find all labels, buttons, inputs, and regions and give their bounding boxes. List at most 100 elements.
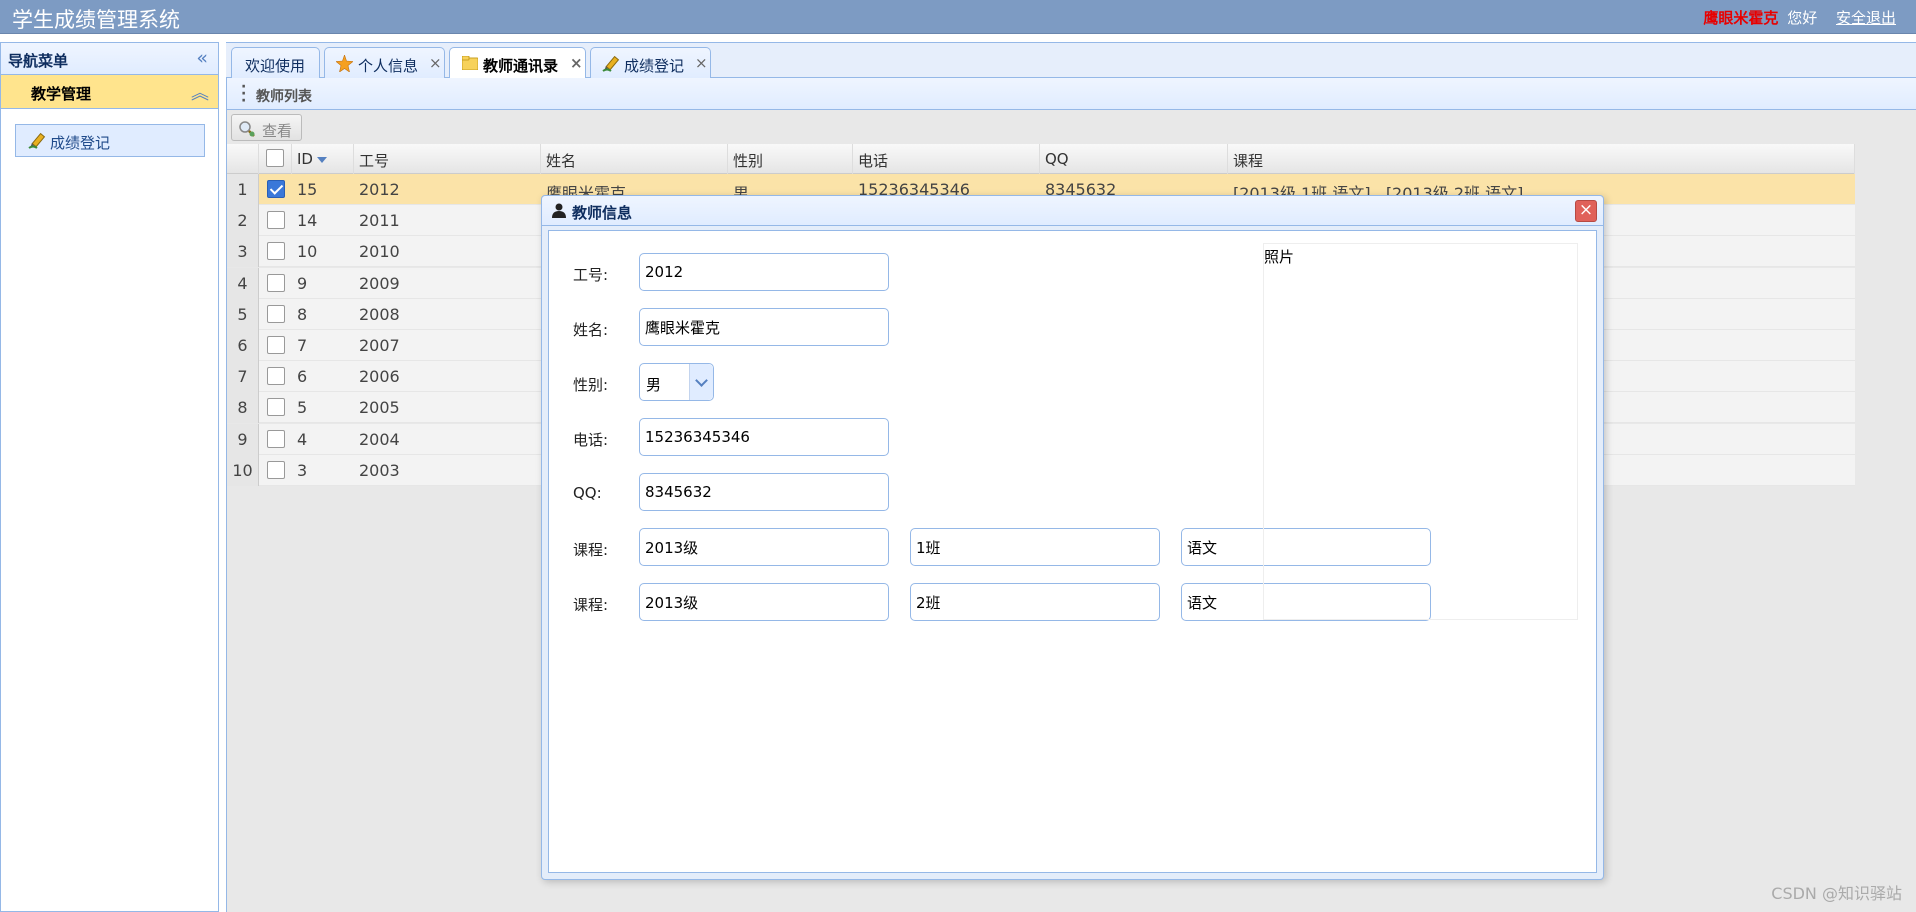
view-button-label: 查看 <box>262 122 293 140</box>
grid-header: ID 工号 姓名 性别 电话 QQ 课程 <box>227 144 1855 174</box>
cell-id: 9 <box>297 273 308 293</box>
dialog-header[interactable]: 教师信息 × <box>542 196 1603 226</box>
row-checkbox[interactable] <box>267 429 285 448</box>
row-number: 3 <box>227 236 259 268</box>
cell-code: 2005 <box>359 398 400 418</box>
cell-id: 5 <box>297 398 308 418</box>
close-icon[interactable]: × <box>570 54 583 72</box>
close-icon[interactable]: × <box>429 54 442 72</box>
header-id[interactable]: ID <box>292 144 354 174</box>
magnifier-icon <box>239 121 255 137</box>
tab-label: 成绩登记 <box>624 57 685 75</box>
course1-class-field[interactable] <box>910 528 1160 566</box>
pencil-icon <box>602 55 620 72</box>
sidebar-item-grade-entry[interactable]: 成绩登记 <box>15 124 205 157</box>
row-number: 7 <box>227 361 259 393</box>
cell-code: 2006 <box>359 367 400 387</box>
folder-icon <box>462 56 478 70</box>
tab-welcome[interactable]: 欢迎使用 <box>231 47 320 79</box>
course1-grade-field[interactable] <box>639 528 889 566</box>
row-checkbox[interactable] <box>267 398 285 417</box>
header-rownum <box>227 144 259 174</box>
logout-link[interactable]: 安全退出 <box>1836 9 1896 27</box>
row-checkbox[interactable] <box>267 304 285 323</box>
tab-label: 教师通讯录 <box>483 57 559 75</box>
phone-label: 电话: <box>573 431 609 449</box>
collapse-left-icon[interactable]: « <box>196 47 208 69</box>
header-gender[interactable]: 性别 <box>728 144 853 174</box>
row-checkbox[interactable] <box>267 242 285 261</box>
dialog-body: 工号: 姓名: 性别: 男 电话: QQ: 课程: 课程: 照片 <box>548 230 1597 873</box>
close-icon[interactable]: × <box>1575 200 1597 222</box>
cell-code: 2003 <box>359 460 400 480</box>
course2-grade-field[interactable] <box>639 583 889 621</box>
greeting: 您好 <box>1787 9 1818 27</box>
cell-code: 2010 <box>359 242 400 262</box>
teacher-info-dialog: 教师信息 × 工号: 姓名: 性别: 男 电话: QQ: 课程: 课程: 照片 <box>541 195 1604 880</box>
phone-field[interactable] <box>639 418 889 456</box>
view-button[interactable]: 查看 <box>231 114 302 141</box>
row-checkbox[interactable] <box>267 211 285 230</box>
gender-select[interactable]: 男 <box>639 363 714 401</box>
code-field[interactable] <box>639 253 889 291</box>
gender-value: 男 <box>646 376 662 394</box>
header-name[interactable]: 姓名 <box>541 144 728 174</box>
user-area: 鹰眼米霍克 您好 安全退出 <box>1703 7 1896 28</box>
user-icon <box>552 203 566 218</box>
accordion-title: 教学管理 <box>31 85 92 103</box>
collapse-up-icon[interactable]: ︽ <box>191 79 209 105</box>
photo-area: 照片 <box>1263 243 1578 620</box>
tab-teacher-directory[interactable]: 教师通讯录 × <box>449 47 586 80</box>
sidebar-item-label: 成绩登记 <box>50 134 111 152</box>
cell-id: 6 <box>297 367 308 387</box>
photo-label: 照片 <box>1264 248 1295 266</box>
panel-title: 教师列表 <box>256 89 312 105</box>
tab-grade-entry[interactable]: 成绩登记 × <box>590 47 711 79</box>
app-title: 学生成绩管理系统 <box>12 8 180 32</box>
header-code[interactable]: 工号 <box>354 144 541 174</box>
course2-class-field[interactable] <box>910 583 1160 621</box>
sort-desc-icon <box>316 156 327 163</box>
row-number: 6 <box>227 330 259 361</box>
drag-handle-icon: · · · <box>241 79 247 109</box>
header-course[interactable]: 课程 <box>1228 144 1855 174</box>
panel-title-bar: · · · 教师列表 <box>227 78 1916 110</box>
tabs-bar: 欢迎使用 个人信息 × 教师通讯录 × 成绩登记 × <box>226 42 1916 80</box>
header-phone[interactable]: 电话 <box>853 144 1040 174</box>
user-name: 鹰眼米霍克 <box>1703 9 1779 27</box>
cell-code: 2009 <box>359 273 400 293</box>
name-field[interactable] <box>639 308 889 346</box>
row-checkbox[interactable] <box>267 460 285 479</box>
header-select-all <box>259 144 292 174</box>
qq-label: QQ: <box>573 484 602 502</box>
tab-personal-info[interactable]: 个人信息 × <box>324 47 445 79</box>
cell-id: 7 <box>297 336 308 355</box>
row-checkbox[interactable] <box>267 180 285 198</box>
row-checkbox[interactable] <box>267 273 285 292</box>
cell-code: 2004 <box>359 429 400 449</box>
row-number: 2 <box>227 205 259 237</box>
nav-title: 导航菜单 <box>8 52 69 70</box>
cell-id: 14 <box>297 211 318 231</box>
accordion-teaching[interactable]: 教学管理 ︽ <box>1 75 218 109</box>
row-number: 1 <box>227 174 259 205</box>
row-number: 5 <box>227 298 259 330</box>
cell-code: 2007 <box>359 336 400 355</box>
header-qq[interactable]: QQ <box>1040 144 1228 174</box>
cell-code: 2011 <box>359 211 400 231</box>
close-icon[interactable]: × <box>695 54 708 72</box>
pencil-icon <box>28 132 46 149</box>
cell-id: 3 <box>297 460 308 480</box>
nav-header: 导航菜单 « <box>1 43 218 75</box>
tab-label: 欢迎使用 <box>245 57 306 75</box>
row-checkbox[interactable] <box>267 336 285 354</box>
row-number: 9 <box>227 423 259 455</box>
qq-field[interactable] <box>639 473 889 511</box>
row-checkbox[interactable] <box>267 367 285 386</box>
star-icon <box>336 55 353 72</box>
watermark: CSDN @知识驿站 <box>1771 884 1902 903</box>
dialog-title: 教师信息 <box>572 204 633 222</box>
chevron-down-icon[interactable] <box>689 364 713 400</box>
row-number: 8 <box>227 392 259 424</box>
select-all-checkbox[interactable] <box>266 149 284 167</box>
